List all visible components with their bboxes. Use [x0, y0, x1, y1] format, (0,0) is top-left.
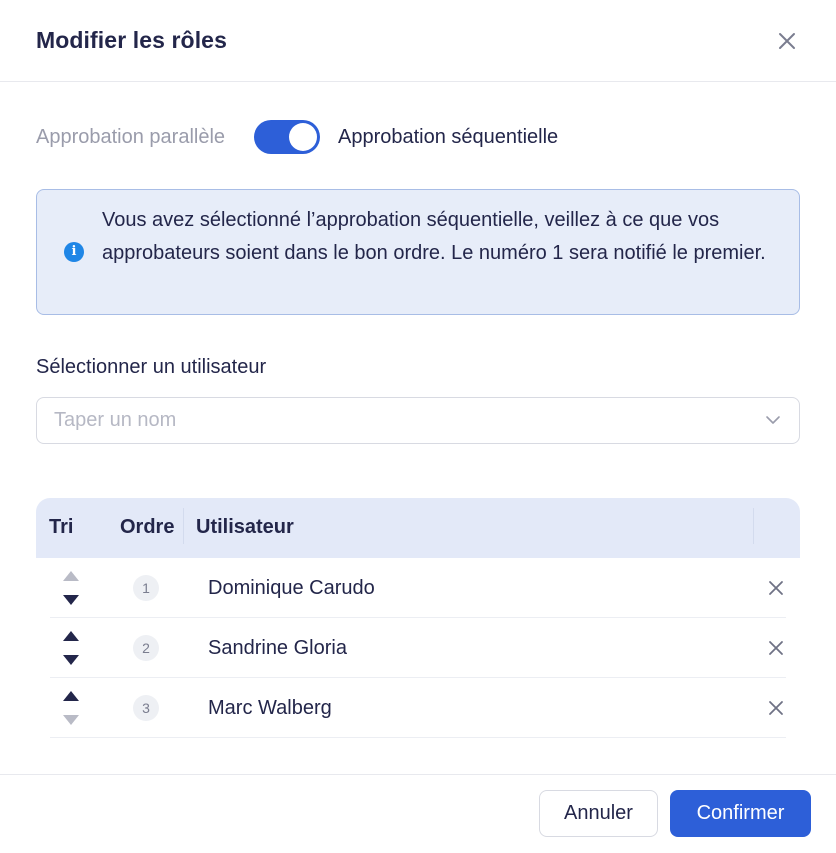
cancel-button[interactable]: Annuler: [539, 790, 658, 837]
move-down-icon[interactable]: [62, 654, 80, 666]
table-row: 1 Dominique Carudo: [36, 558, 800, 618]
info-alert: i Vous avez sélectionné l’approbation sé…: [36, 189, 800, 315]
approval-mode-row: Approbation parallèle Approbation séquen…: [36, 118, 796, 156]
user-name: Dominique Carudo: [208, 577, 375, 599]
user-select[interactable]: [36, 397, 800, 444]
info-message: Vous avez sélectionné l’approbation séqu…: [102, 209, 766, 264]
move-down-icon: [63, 715, 79, 725]
remove-user-button[interactable]: [768, 700, 784, 716]
column-divider: [183, 508, 184, 544]
info-icon: i: [64, 242, 84, 262]
table-row: 2 Sandrine Gloria: [36, 618, 800, 678]
order-badge: 2: [133, 635, 159, 661]
table-row: 3 Marc Walberg: [36, 678, 800, 738]
move-up-icon: [63, 571, 79, 581]
remove-user-button[interactable]: [768, 640, 784, 656]
table-header: Tri Ordre Utilisateur: [36, 498, 800, 558]
close-button[interactable]: [774, 28, 800, 54]
user-search-input[interactable]: [54, 398, 734, 442]
row-divider: [50, 737, 786, 738]
approval-mode-toggle[interactable]: [254, 120, 320, 154]
column-header-sort: Tri: [49, 516, 74, 538]
modal-title: Modifier les rôles: [36, 27, 227, 53]
close-icon: [779, 33, 795, 49]
table-body: 1 Dominique Carudo 2 Sandrine Gloria 3 Marc W…: [36, 558, 800, 738]
chevron-down-icon[interactable]: [765, 413, 781, 427]
column-divider: [753, 508, 754, 544]
modal-footer: Annuler Confirmer: [0, 774, 836, 853]
confirm-button[interactable]: Confirmer: [670, 790, 811, 837]
user-select-label: Sélectionner un utilisateur: [36, 356, 267, 378]
sequential-approval-label: Approbation séquentielle: [338, 126, 559, 148]
modal-header: Modifier les rôles: [0, 0, 836, 82]
toggle-knob: [289, 123, 317, 151]
edit-roles-modal: Modifier les rôles Approbation parallèle…: [0, 0, 836, 852]
order-badge: 1: [133, 575, 159, 601]
column-header-user: Utilisateur: [196, 516, 294, 538]
move-up-icon[interactable]: [62, 690, 80, 702]
user-name: Marc Walberg: [208, 697, 332, 719]
remove-user-button[interactable]: [768, 580, 784, 596]
move-up-icon[interactable]: [62, 630, 80, 642]
order-badge: 3: [133, 695, 159, 721]
move-down-icon[interactable]: [62, 594, 80, 606]
user-name: Sandrine Gloria: [208, 637, 347, 659]
parallel-approval-label: Approbation parallèle: [36, 126, 226, 148]
column-header-order: Ordre: [120, 516, 175, 538]
approvers-table: Tri Ordre Utilisateur 1 Dominique Carudo 2…: [36, 498, 800, 738]
